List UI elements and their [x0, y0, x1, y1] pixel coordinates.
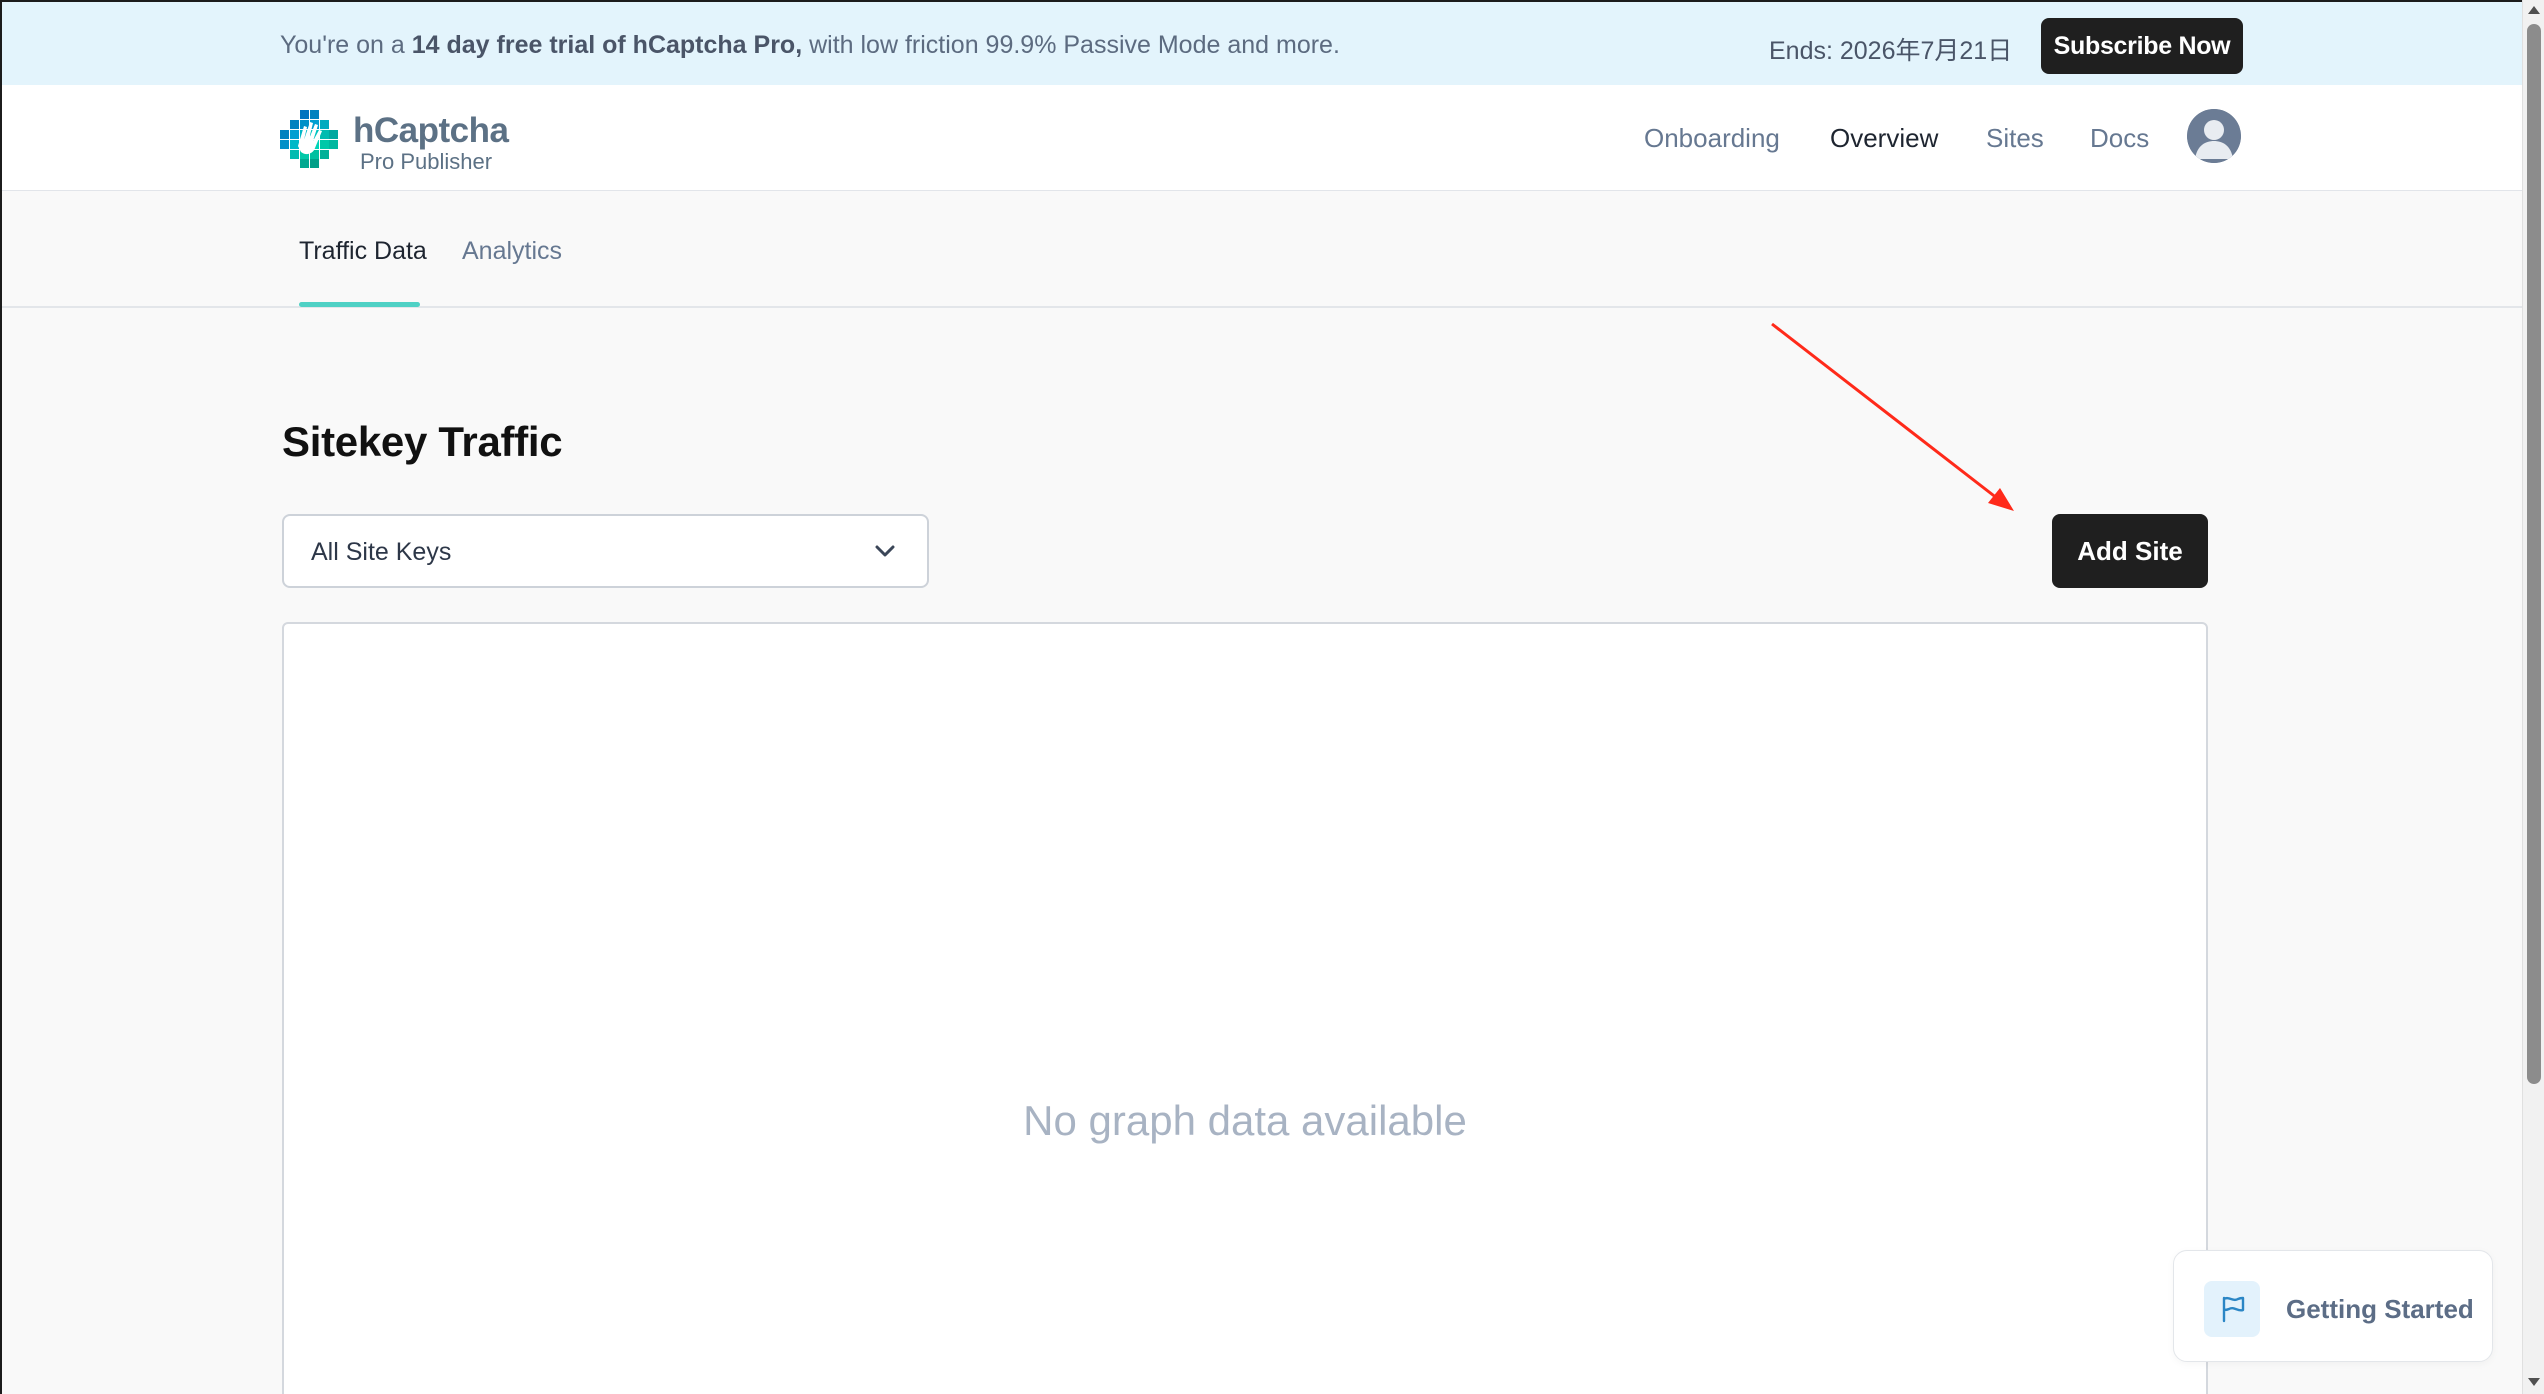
page-title: Sitekey Traffic: [282, 418, 563, 465]
user-icon: [2187, 109, 2241, 163]
chevron-down-icon: [875, 545, 895, 557]
graph-empty-message: No graph data available: [1023, 1097, 1467, 1144]
active-tab-indicator: [299, 302, 420, 307]
scrollbar-thumb[interactable]: [2527, 24, 2541, 1084]
flag-icon: [2222, 1296, 2245, 1323]
page-scrollbar[interactable]: [2522, 0, 2544, 1394]
getting-started-widget[interactable]: Getting Started: [2173, 1250, 2493, 1362]
top-header: hCaptcha Pro Publisher Onboarding Overvi…: [2, 85, 2522, 191]
scroll-down-arrow-icon[interactable]: [2528, 1378, 2540, 1386]
trial-message-suffix: with low friction 99.9% Passive Mode and…: [802, 31, 1340, 59]
nav-docs[interactable]: Docs: [2090, 123, 2149, 154]
tab-traffic-data[interactable]: Traffic Data: [299, 237, 427, 266]
tab-analytics[interactable]: Analytics: [462, 237, 562, 266]
trial-message-prefix: You're on a: [280, 31, 412, 59]
logo-wordmark[interactable]: hCaptcha: [353, 111, 509, 151]
annotation-arrow-icon: [1771, 322, 2014, 511]
add-site-button[interactable]: Add Site: [2052, 514, 2208, 588]
getting-started-label: Getting Started: [2286, 1294, 2474, 1324]
trial-banner: You're on a 14 day free trial of hCaptch…: [2, 0, 2522, 85]
nav-overview[interactable]: Overview: [1830, 123, 1938, 154]
site-key-select[interactable]: All Site Keys: [282, 514, 929, 588]
trial-message: You're on a 14 day free trial of hCaptch…: [280, 31, 1340, 60]
trial-end-date: Ends: 2026年7月21日: [1769, 37, 2013, 65]
trial-message-highlight: 14 day free trial of hCaptcha Pro,: [411, 31, 803, 59]
section-tabs: Traffic Data Analytics: [2, 191, 2522, 308]
scroll-up-arrow-icon[interactable]: [2528, 6, 2540, 14]
hcaptcha-logo-icon[interactable]: [280, 110, 338, 168]
subscribe-now-button[interactable]: Subscribe Now: [2041, 18, 2243, 74]
browser-viewport: You're on a 14 day free trial of hCaptch…: [0, 0, 2522, 1394]
logo-subtitle: Pro Publisher: [360, 149, 493, 174]
traffic-graph-panel: No graph data available: [282, 622, 2208, 1394]
nav-onboarding[interactable]: Onboarding: [1644, 123, 1780, 154]
site-key-select-value: All Site Keys: [311, 538, 452, 566]
getting-started-icon-box: [2204, 1281, 2260, 1337]
user-avatar[interactable]: [2187, 109, 2241, 163]
nav-sites[interactable]: Sites: [1986, 123, 2044, 154]
